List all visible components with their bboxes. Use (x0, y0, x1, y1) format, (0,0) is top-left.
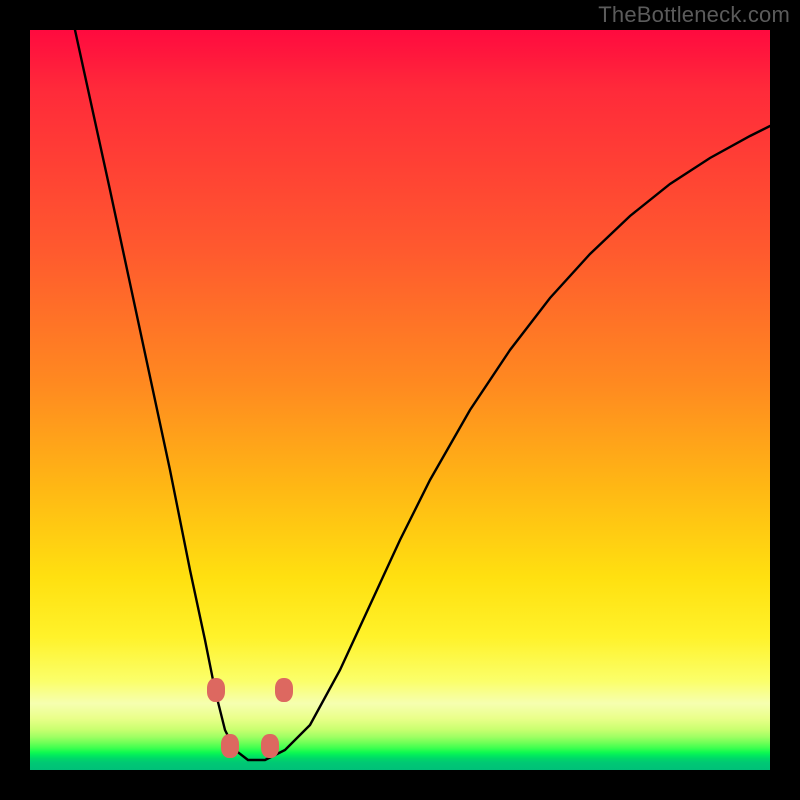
bottleneck-curve (75, 30, 770, 760)
watermark-text: TheBottleneck.com (598, 2, 790, 28)
plot-area (30, 30, 770, 770)
curve-svg (30, 30, 770, 770)
chart-frame: TheBottleneck.com (0, 0, 800, 800)
